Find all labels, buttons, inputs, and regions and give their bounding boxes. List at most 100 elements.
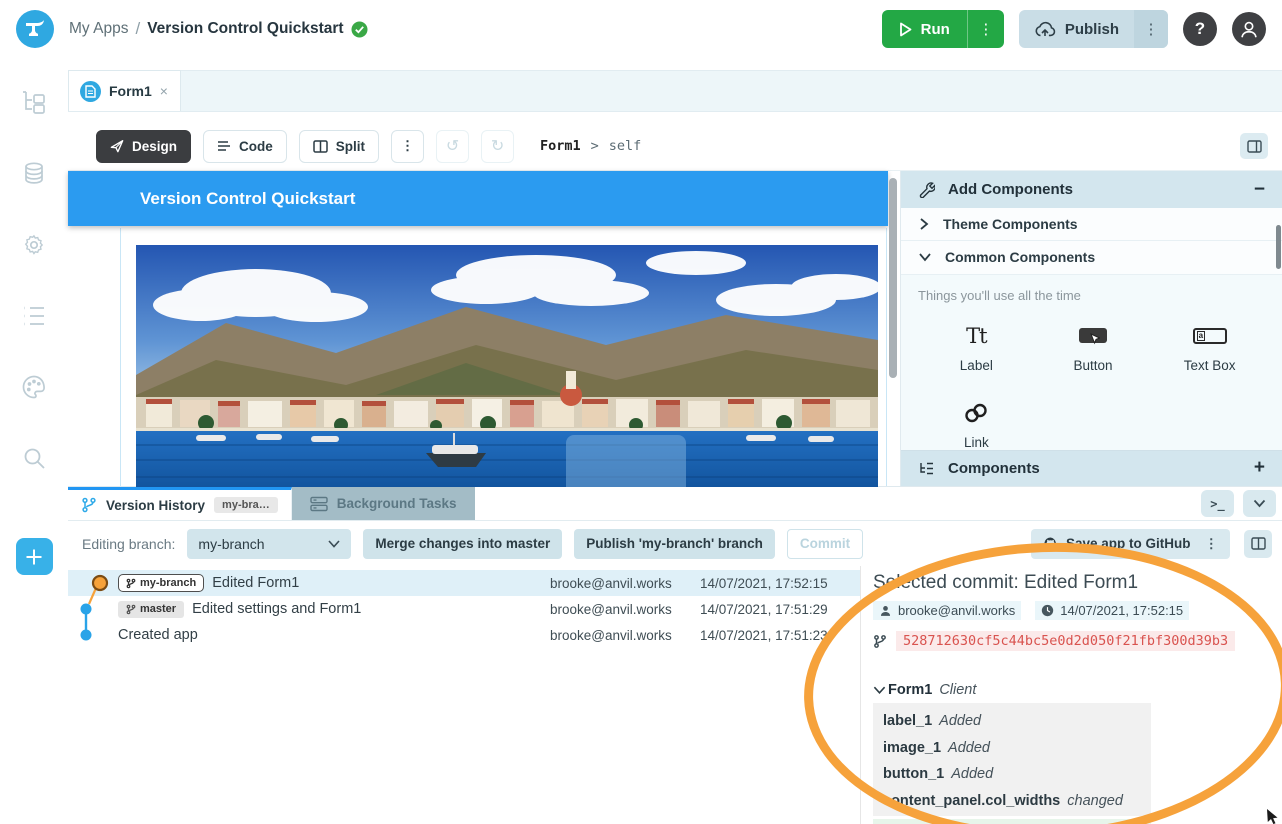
collapse-panel-button[interactable]: [1243, 490, 1276, 517]
outline-list-icon[interactable]: [19, 301, 49, 331]
selected-commit-title: Selected commit: Edited Form1: [873, 572, 1282, 594]
app-browser-icon[interactable]: [19, 88, 49, 118]
code-view-button[interactable]: Code: [203, 130, 287, 163]
palette-item-label[interactable]: Tt Label: [918, 320, 1035, 373]
tab-zone: Form1 ×: [68, 58, 1282, 122]
breadcrumb-app-name[interactable]: Version Control Quickstart: [147, 20, 343, 38]
clock-icon: [1041, 604, 1054, 617]
tab-version-history[interactable]: Version History my-bra…: [68, 487, 292, 520]
chevron-down-icon: [1253, 499, 1266, 508]
label-icon: Tt: [966, 324, 986, 348]
change-row: content_panel.col_widthschanged: [883, 788, 1151, 815]
image-component[interactable]: [136, 245, 878, 500]
add-components-header[interactable]: Add Components −: [901, 171, 1282, 208]
breadcrumb: My Apps / Version Control Quickstart: [69, 19, 368, 39]
link-icon: [963, 402, 989, 424]
add-components-title: Add Components: [948, 181, 1073, 198]
publish-more-button[interactable]: ⋮: [1134, 10, 1168, 48]
chevron-down-icon: [873, 685, 886, 695]
help-button[interactable]: ?: [1183, 12, 1217, 46]
change-row: image_1Added: [883, 735, 1151, 762]
commit-row[interactable]: master Edited settings and Form1 brooke@…: [68, 596, 860, 622]
textbox-icon: a: [1193, 328, 1227, 344]
merge-button[interactable]: Merge changes into master: [363, 529, 562, 559]
branch-select[interactable]: my-branch: [187, 529, 351, 559]
common-components-row[interactable]: Common Components: [901, 241, 1282, 274]
form-title-bar[interactable]: Version Control Quickstart: [68, 171, 888, 226]
tab-strip: Form1 ×: [68, 70, 1282, 112]
terminal-button[interactable]: >_: [1201, 490, 1234, 517]
anvil-logo-icon[interactable]: [16, 10, 54, 48]
saved-check-icon: [351, 21, 368, 38]
data-tables-icon[interactable]: [19, 159, 49, 189]
publish-branch-button[interactable]: Publish 'my-branch' branch: [574, 529, 775, 559]
collapse-icon[interactable]: −: [1254, 179, 1265, 201]
chevron-right-icon: [918, 217, 930, 231]
layout-toggle-button[interactable]: [1240, 133, 1268, 159]
bottom-tab-strip: Version History my-bra… Background Tasks…: [68, 487, 1282, 521]
commit-message: Edited settings and Form1: [192, 601, 361, 617]
design-view-button[interactable]: Design: [96, 130, 191, 163]
commit-detail: Selected commit: Edited Form1 brooke@anv…: [860, 566, 1282, 824]
design-canvas: Version Control Quickstart: [68, 171, 900, 486]
commit-time-chip: 14/07/2021, 17:52:15: [1035, 601, 1189, 620]
play-icon: [899, 22, 912, 37]
commit-time: 14/07/2021, 17:51:23: [700, 628, 860, 643]
commit-button[interactable]: Commit: [787, 529, 863, 559]
git-branch-icon: [873, 634, 887, 649]
theme-palette-icon[interactable]: [19, 372, 49, 402]
commit-author: brooke@anvil.works: [550, 602, 700, 617]
breadcrumb-my-apps[interactable]: My Apps: [69, 20, 128, 38]
tab-background-tasks[interactable]: Background Tasks: [292, 487, 475, 520]
search-icon[interactable]: [19, 443, 49, 473]
settings-icon[interactable]: [19, 230, 49, 260]
form-file-icon: [80, 81, 101, 102]
run-more-button[interactable]: ⋮: [967, 10, 1004, 48]
cloud-upload-icon: [1034, 21, 1056, 38]
panel-scrollbar[interactable]: [1276, 225, 1281, 269]
history-layout-button[interactable]: [1244, 530, 1272, 558]
redo-button[interactable]: ↻: [481, 130, 514, 163]
change-row: label_1Added: [883, 708, 1151, 735]
commit-row[interactable]: my-branch Edited Form1 brooke@anvil.work…: [68, 570, 860, 596]
commit-author-chip: brooke@anvil.works: [873, 601, 1021, 620]
publish-button[interactable]: Publish ⋮: [1019, 10, 1168, 48]
change-row: button_1Added: [883, 761, 1151, 788]
expand-plus-icon[interactable]: +: [1254, 457, 1265, 479]
github-more-icon[interactable]: ⋮: [1205, 536, 1219, 552]
mouse-cursor: [1266, 808, 1282, 824]
tab-close-icon[interactable]: ×: [160, 83, 168, 99]
column-guide-left: [120, 228, 121, 486]
account-button[interactable]: [1232, 12, 1266, 46]
split-icon: [313, 140, 328, 153]
save-to-github-button[interactable]: Save app to GitHub ⋮: [1031, 529, 1230, 559]
commit-time: 14/07/2021, 17:52:15: [700, 576, 860, 591]
add-new-button[interactable]: [16, 538, 53, 575]
bottom-panel: Version History my-bra… Background Tasks…: [68, 486, 1282, 824]
palette-item-link[interactable]: Link: [918, 397, 1035, 450]
commit-row[interactable]: Created app brooke@anvil.works 14/07/202…: [68, 622, 860, 648]
form-title: Version Control Quickstart: [140, 189, 355, 209]
tab-form1[interactable]: Form1 ×: [68, 70, 181, 111]
run-button[interactable]: Run ⋮: [882, 10, 1004, 48]
palette-item-textbox[interactable]: a Text Box: [1151, 320, 1268, 373]
components-tree-header[interactable]: Components +: [901, 450, 1282, 486]
undo-button[interactable]: ↺: [436, 130, 469, 163]
design-icon: [110, 139, 124, 153]
form-breadcrumb-self[interactable]: self: [609, 138, 642, 154]
palette-item-button[interactable]: Button: [1035, 320, 1152, 373]
toolbar-more-button[interactable]: ⋮: [391, 130, 424, 163]
split-view-button[interactable]: Split: [299, 130, 379, 163]
button-icon: [1079, 328, 1107, 343]
components-panel: Add Components − Theme Components Common…: [900, 171, 1282, 486]
components-tree-icon: [918, 461, 935, 476]
theme-components-row[interactable]: Theme Components: [901, 208, 1282, 241]
form-breadcrumb-form[interactable]: Form1: [540, 138, 581, 154]
changed-form-header[interactable]: Form1 Client: [873, 682, 1282, 698]
canvas-scrollbar[interactable]: [889, 178, 897, 378]
palette-hint: Things you'll use all the time: [918, 288, 1268, 303]
person-icon: [879, 604, 892, 618]
diff-added-line: + "{}": [873, 819, 1151, 824]
commit-time: 14/07/2021, 17:51:29: [700, 602, 860, 617]
form-body[interactable]: [68, 226, 888, 486]
